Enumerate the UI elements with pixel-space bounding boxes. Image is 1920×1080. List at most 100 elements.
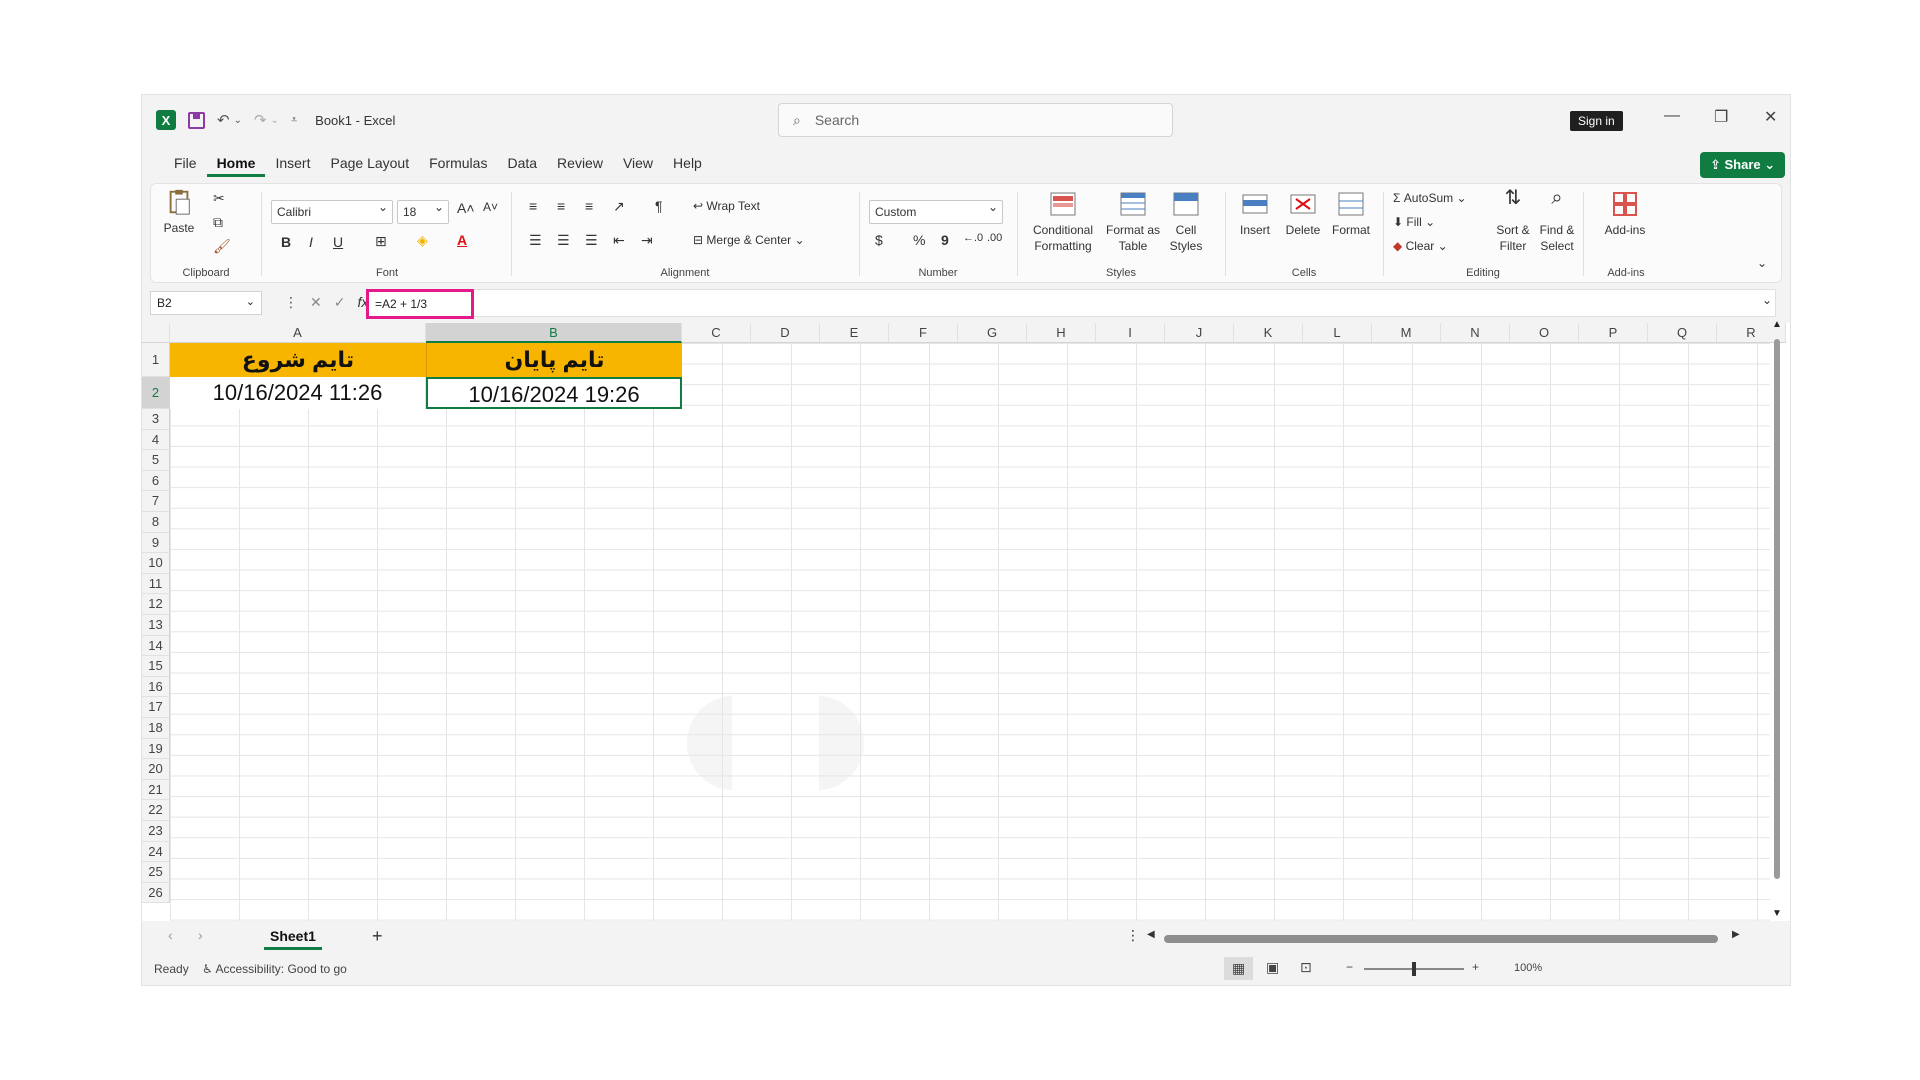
expand-formula-icon[interactable]: ⌄ [1762, 293, 1772, 307]
minimize-icon[interactable]: — [1664, 107, 1680, 125]
cancel-icon[interactable]: ✕ [310, 294, 322, 311]
increase-font-icon[interactable]: A˄ [457, 200, 475, 216]
formula-input[interactable] [366, 289, 1776, 317]
cut-icon[interactable]: ✂ [213, 190, 225, 207]
column-header-g[interactable]: G [958, 323, 1027, 343]
tab-page-layout[interactable]: Page Layout [320, 149, 419, 177]
tab-review[interactable]: Review [547, 149, 613, 177]
currency-button[interactable]: $ [875, 232, 883, 248]
row-header-2[interactable]: 2 [142, 377, 170, 409]
accessibility-status[interactable]: ♿ Accessibility: Good to go [202, 962, 347, 976]
column-header-e[interactable]: E [820, 323, 889, 343]
tab-view[interactable]: View [613, 149, 663, 177]
find-select-button[interactable]: ⌕ Find & Select [1535, 188, 1579, 254]
row-header-3[interactable]: 3 [142, 409, 170, 430]
cell-A1[interactable]: تایم شروع [170, 343, 426, 377]
zoom-out-icon[interactable]: − [1346, 960, 1353, 974]
row-header-16[interactable]: 16 [142, 676, 170, 698]
vertical-scroll-thumb[interactable] [1774, 339, 1780, 879]
row-header-14[interactable]: 14 [142, 635, 170, 657]
row-header-15[interactable]: 15 [142, 656, 170, 677]
addins-button[interactable]: Add-ins [1595, 190, 1655, 238]
clear-button[interactable]: ◆ Clear ⌄ [1393, 238, 1448, 254]
align-bottom-icon[interactable]: ≡ [585, 198, 593, 214]
tab-file[interactable]: File [164, 149, 207, 177]
cell-A2[interactable]: 10/16/2024 11:26 [170, 377, 426, 409]
row-header-21[interactable]: 21 [142, 779, 170, 801]
decrease-decimal-icon[interactable]: .00 [987, 232, 1002, 244]
undo-dropdown-icon[interactable]: ⌄ [234, 115, 242, 126]
tab-data[interactable]: Data [497, 149, 547, 177]
sheet-tab-sheet1[interactable]: Sheet1 [264, 925, 322, 950]
row-header-20[interactable]: 20 [142, 759, 170, 780]
row-header-8[interactable]: 8 [142, 512, 170, 533]
row-header-11[interactable]: 11 [142, 573, 170, 595]
zoom-slider-knob[interactable] [1412, 962, 1416, 976]
row-header-12[interactable]: 12 [142, 594, 170, 615]
row-header-1[interactable]: 1 [142, 343, 170, 377]
vertical-scrollbar[interactable]: ▲ ▼ [1772, 319, 1782, 919]
column-header-j[interactable]: J [1165, 323, 1234, 343]
column-header-d[interactable]: D [751, 323, 820, 343]
tab-split-icon[interactable]: ⋮ [1126, 927, 1140, 944]
row-header-13[interactable]: 13 [142, 615, 170, 636]
column-header-n[interactable]: N [1441, 323, 1510, 343]
column-header-o[interactable]: O [1510, 323, 1579, 343]
row-header-4[interactable]: 4 [142, 429, 170, 451]
delete-cells-button[interactable]: Delete [1281, 190, 1325, 238]
font-color-icon[interactable]: A [457, 232, 467, 248]
restore-icon[interactable]: ❐ [1714, 107, 1728, 127]
row-header-5[interactable]: 5 [142, 450, 170, 471]
decrease-font-icon[interactable]: A˅ [483, 200, 498, 214]
row-header-25[interactable]: 25 [142, 862, 170, 883]
tab-insert[interactable]: Insert [265, 149, 320, 177]
normal-view-icon[interactable]: ▦ [1224, 957, 1254, 980]
format-painter-icon[interactable]: 🖌 [213, 238, 231, 255]
cell-B1[interactable]: تایم پایان [426, 343, 682, 377]
column-header-p[interactable]: P [1579, 323, 1648, 343]
column-header-f[interactable]: F [889, 323, 958, 343]
font-size-dropdown[interactable]: 18 [397, 200, 449, 224]
scroll-down-icon[interactable]: ▼ [1772, 908, 1782, 919]
merge-center-button[interactable]: ⊟ Merge & Center ⌄ [693, 232, 805, 248]
sign-in-button[interactable]: Sign in [1570, 111, 1623, 131]
decrease-indent-icon[interactable]: ⇤ [613, 232, 625, 249]
prev-sheet-icon[interactable]: ‹ [168, 927, 173, 943]
increase-indent-icon[interactable]: ⇥ [641, 232, 653, 249]
enter-icon[interactable]: ✓ [334, 294, 346, 311]
borders-icon[interactable]: ⊞ [375, 233, 387, 250]
next-sheet-icon[interactable]: › [198, 927, 203, 943]
text-direction-icon[interactable]: ¶ [655, 198, 663, 214]
scroll-up-icon[interactable]: ▲ [1772, 319, 1782, 330]
row-header-26[interactable]: 26 [142, 882, 170, 904]
scroll-right-icon[interactable]: ▶ [1732, 929, 1740, 940]
percent-button[interactable]: % [913, 232, 925, 248]
row-header-9[interactable]: 9 [142, 532, 170, 554]
row-header-6[interactable]: 6 [142, 470, 170, 492]
paste-button[interactable]: Paste [161, 188, 197, 236]
formula-value[interactable]: =A2 + 1/3 [366, 289, 474, 319]
row-header-19[interactable]: 19 [142, 738, 170, 760]
increase-decimal-icon[interactable]: ←.0 [963, 232, 983, 244]
tab-formulas[interactable]: Formulas [419, 149, 497, 177]
page-break-view-icon[interactable]: ⊡ [1300, 959, 1312, 976]
undo-icon[interactable]: ↶ [217, 111, 230, 129]
column-header-m[interactable]: M [1372, 323, 1441, 343]
italic-button[interactable]: I [309, 234, 313, 250]
bold-button[interactable]: B [281, 234, 291, 250]
align-left-icon[interactable]: ☰ [529, 232, 542, 249]
row-header-24[interactable]: 24 [142, 841, 170, 863]
add-sheet-button[interactable]: + [372, 926, 383, 947]
format-cells-button[interactable]: Format [1329, 190, 1373, 238]
name-box[interactable]: B2 ⌄ [150, 291, 262, 315]
font-name-dropdown[interactable]: Calibri [271, 200, 393, 224]
comma-button[interactable]: 9 [941, 232, 949, 248]
column-header-h[interactable]: H [1027, 323, 1096, 343]
search-box[interactable]: ⌕ Search [778, 103, 1173, 137]
cell-B2[interactable]: 10/16/2024 19:26 [426, 377, 682, 409]
autosum-button[interactable]: Σ AutoSum ⌄ [1393, 190, 1467, 206]
row-header-18[interactable]: 18 [142, 718, 170, 739]
copy-icon[interactable]: ⧉ [213, 214, 223, 231]
align-top-icon[interactable]: ≡ [529, 198, 537, 214]
share-button[interactable]: ⇪ Share ⌄ [1700, 152, 1786, 178]
